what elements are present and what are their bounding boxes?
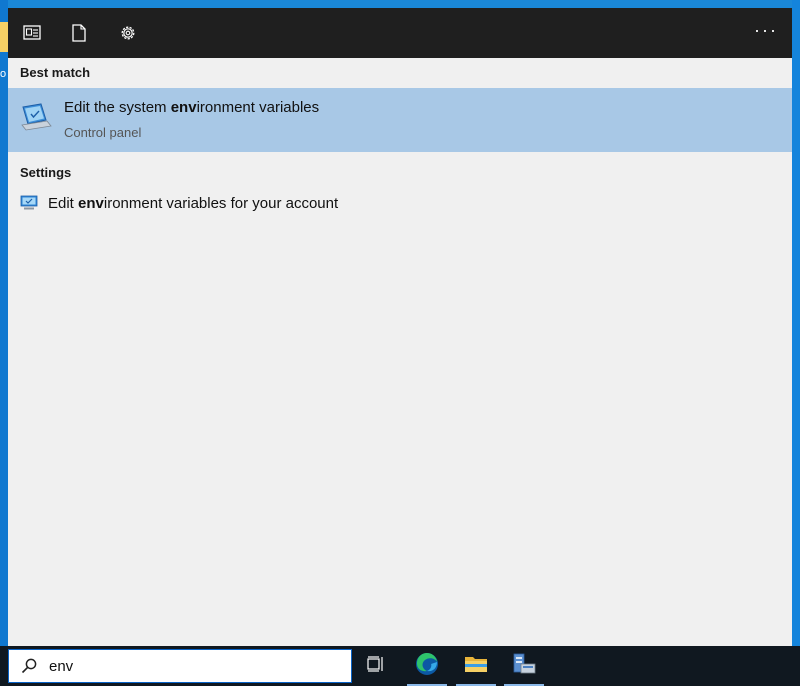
best-match-item[interactable]: Edit the system environment variables Co… bbox=[8, 88, 792, 152]
edge-icon bbox=[415, 652, 439, 681]
server-manager-icon bbox=[512, 652, 536, 681]
taskbar-search-box[interactable] bbox=[8, 649, 352, 683]
task-view-button[interactable] bbox=[352, 646, 400, 686]
desktop-background-right bbox=[792, 0, 800, 646]
best-match-title: Edit the system environment variables bbox=[64, 99, 320, 116]
taskbar-app-edge[interactable] bbox=[403, 646, 451, 686]
more-options-button[interactable]: ··· bbox=[754, 20, 778, 41]
task-view-icon bbox=[367, 655, 385, 677]
search-input[interactable] bbox=[49, 655, 339, 677]
taskbar-app-server-manager[interactable] bbox=[500, 646, 548, 686]
search-filter-bar: ··· bbox=[8, 8, 792, 58]
taskbar-app-file-explorer[interactable] bbox=[452, 646, 500, 686]
settings-monitor-icon bbox=[20, 195, 38, 216]
search-icon bbox=[21, 658, 37, 679]
desktop-background bbox=[0, 0, 8, 646]
apps-view-icon[interactable] bbox=[20, 21, 44, 45]
best-match-heading: Best match bbox=[20, 65, 91, 80]
desktop-icon-label: o bbox=[0, 68, 7, 80]
taskbar bbox=[0, 646, 800, 686]
system-properties-icon bbox=[20, 102, 52, 137]
desktop-folder-icon[interactable] bbox=[0, 22, 8, 52]
settings-heading: Settings bbox=[20, 165, 72, 180]
search-panel: ··· Best match Edit the system environme… bbox=[8, 8, 792, 646]
folder-icon bbox=[464, 654, 488, 679]
gear-icon[interactable] bbox=[116, 21, 140, 45]
document-icon[interactable] bbox=[67, 21, 91, 45]
settings-result-title: Edit environment variables for your acco… bbox=[48, 195, 339, 212]
best-match-subtitle: Control panel bbox=[64, 125, 142, 140]
settings-result-item[interactable]: Edit environment variables for your acco… bbox=[8, 188, 792, 220]
